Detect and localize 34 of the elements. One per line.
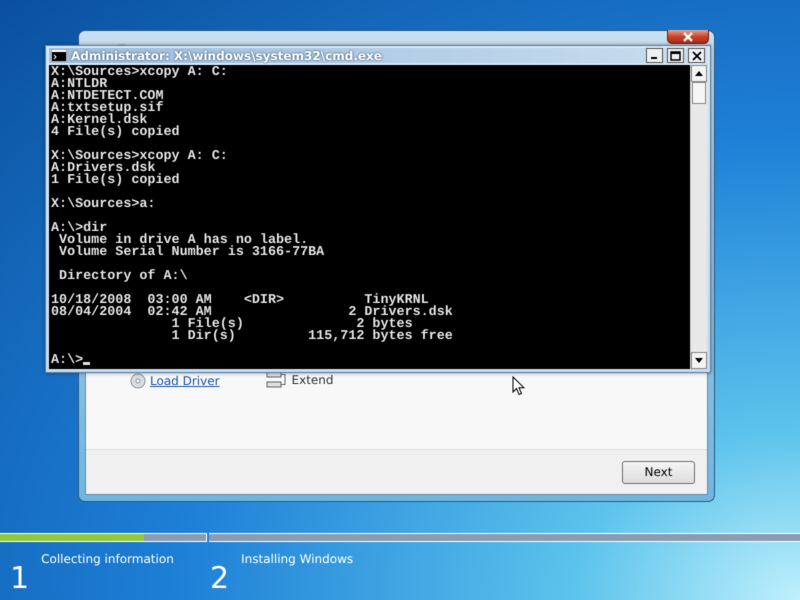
maximize-icon bbox=[670, 50, 681, 60]
console-line: 4 File(s) copied bbox=[51, 127, 181, 139]
minimize-button[interactable] bbox=[646, 48, 663, 63]
step-number: 2 bbox=[210, 564, 230, 594]
close-icon bbox=[692, 50, 702, 60]
console-line: X:\Sources>a: bbox=[51, 199, 156, 211]
up-triangle-icon bbox=[695, 71, 703, 76]
close-button[interactable] bbox=[688, 48, 705, 63]
console-line: X:\Sources>xcopy A: C: bbox=[51, 67, 229, 79]
scroll-thumb[interactable] bbox=[692, 82, 706, 104]
console-line: X:\Sources>xcopy A: C: bbox=[51, 151, 229, 163]
down-triangle-icon bbox=[695, 358, 703, 363]
close-button[interactable] bbox=[667, 30, 709, 44]
console-line: A:txtsetup.sif bbox=[51, 103, 164, 115]
console-line: Volume Serial Number is 3166-77BA bbox=[58, 247, 326, 259]
console-line: A:NTLDR bbox=[51, 79, 108, 91]
close-icon bbox=[682, 32, 694, 42]
maximize-button[interactable] bbox=[667, 48, 684, 63]
console-line: 1 File(s) copied bbox=[51, 175, 181, 187]
scroll-up-button[interactable] bbox=[691, 65, 707, 82]
console-line: 1 Dir(s) 115,712 bytes free bbox=[170, 331, 454, 343]
next-button[interactable]: Next bbox=[622, 460, 695, 484]
step-number: 1 bbox=[10, 564, 30, 594]
console-line: Directory of A:\ bbox=[58, 271, 189, 283]
console-app-icon bbox=[51, 49, 67, 62]
disc-icon bbox=[130, 373, 146, 389]
step-label: Installing Windows bbox=[241, 552, 354, 566]
mouse-pointer-icon bbox=[512, 376, 525, 396]
scroll-down-button[interactable] bbox=[691, 352, 707, 369]
prompt-line: A:\> bbox=[51, 355, 688, 367]
step-label: Collecting information bbox=[41, 552, 174, 566]
console-line: 1 File(s) 2 bytes bbox=[170, 319, 414, 331]
load-driver-link[interactable]: Load Driver bbox=[130, 373, 220, 389]
scrollbar[interactable] bbox=[690, 65, 707, 369]
